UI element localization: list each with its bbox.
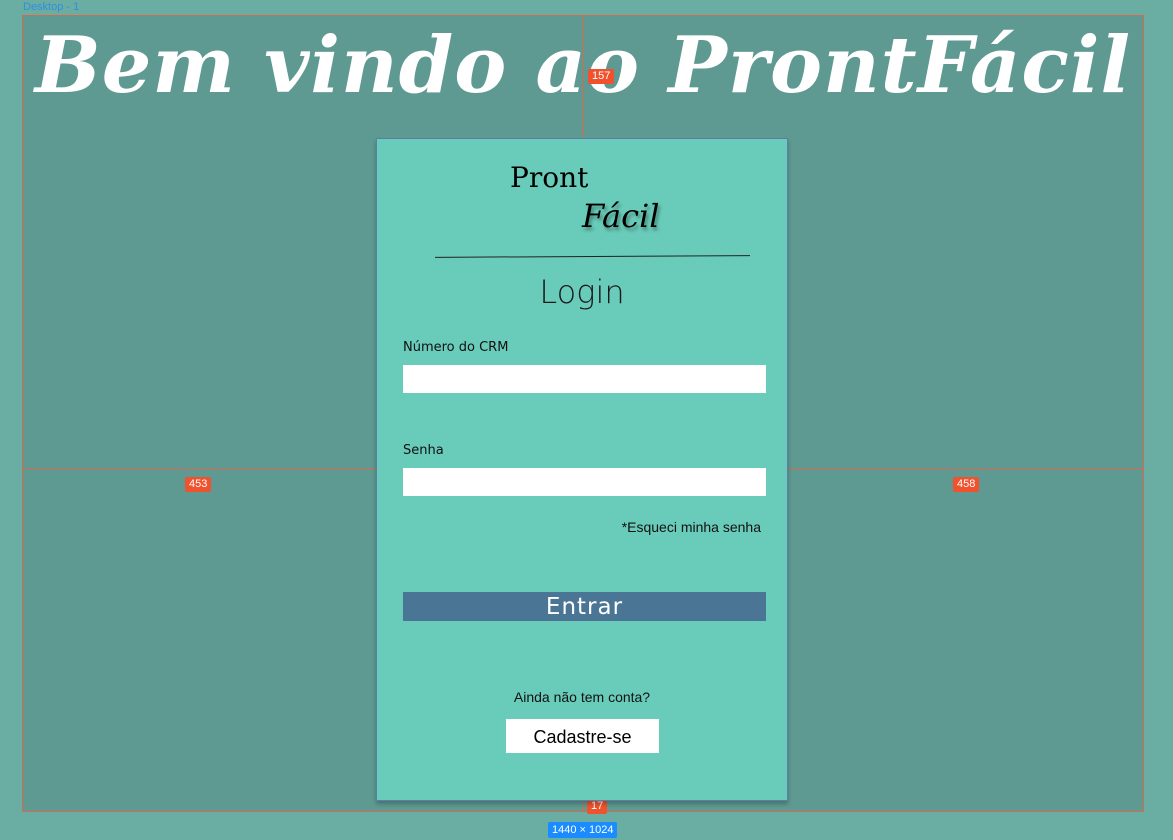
welcome-title: Bem vindo ao ProntFácil [34,20,1132,111]
login-title: Login [539,273,625,311]
frame-label[interactable]: Desktop - 1 [23,1,79,13]
guide-right [788,469,1144,470]
measure-top-badge: 157 [588,69,615,84]
logo-pront: Pront [510,161,589,194]
logo-facil: Fácil [582,197,660,235]
login-button[interactable]: Entrar [403,592,766,621]
forgot-password-link[interactable]: *Esqueci minha senha [622,519,761,535]
no-account-text: Ainda não tem conta? [513,689,651,705]
crm-input[interactable] [403,365,766,393]
guide-left [22,469,376,470]
frame-size-badge: 1440 × 1024 [548,822,618,838]
measure-left-badge: 453 [185,477,212,492]
measure-right-badge: 458 [953,477,980,492]
login-card: Pront Fácil Login Número do CRM Senha *E… [376,138,788,801]
password-input[interactable] [403,468,766,496]
password-label: Senha [403,443,444,458]
guide-bottom [582,802,583,812]
measure-bottom-badge: 17 [587,799,608,814]
register-button[interactable]: Cadastre-se [506,719,659,753]
crm-label: Número do CRM [403,340,509,355]
logo-divider [434,255,751,258]
